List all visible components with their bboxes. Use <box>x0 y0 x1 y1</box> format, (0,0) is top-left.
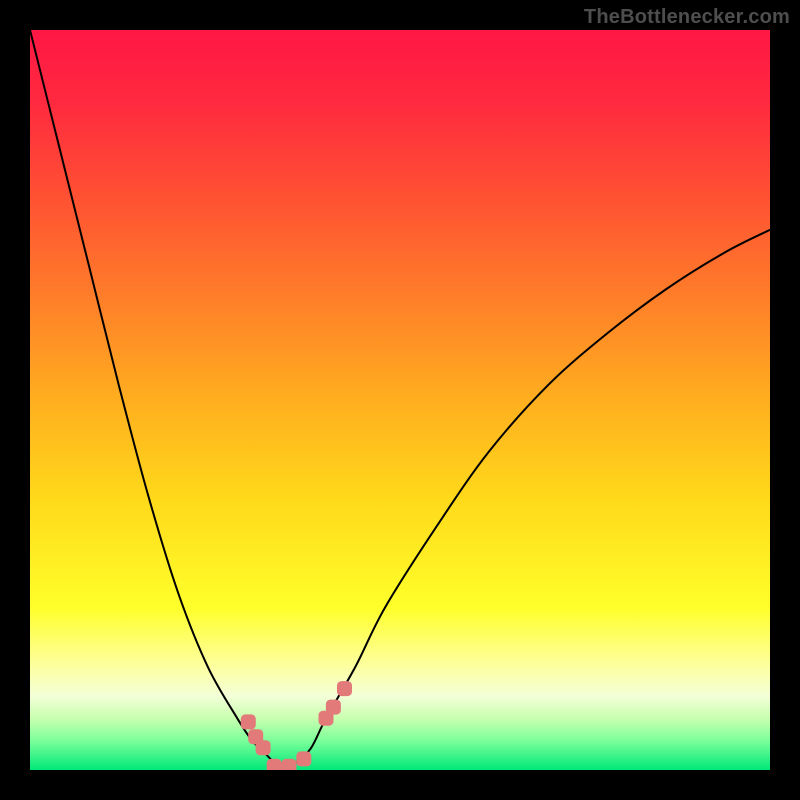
data-marker <box>326 700 341 715</box>
data-marker <box>282 759 297 770</box>
bottleneck-curve-chart <box>30 30 770 770</box>
data-marker <box>337 681 352 696</box>
plot-area <box>30 30 770 770</box>
watermark-text: TheBottlenecker.com <box>584 6 790 29</box>
data-marker <box>256 740 271 755</box>
data-marker <box>296 751 311 766</box>
chart-frame: TheBottlenecker.com <box>0 0 800 800</box>
data-marker <box>267 759 282 770</box>
data-marker <box>241 714 256 729</box>
gradient-background <box>30 30 770 770</box>
